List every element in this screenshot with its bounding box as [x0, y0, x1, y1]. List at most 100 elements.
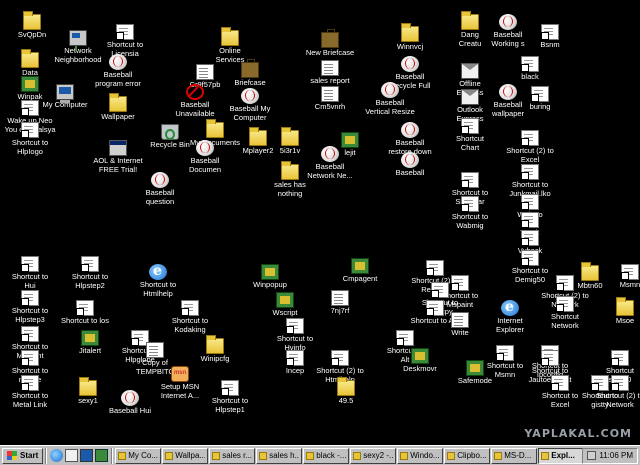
desktop[interactable]: SvQpDn Shortcut to Licensia Network Neighb…: [0, 0, 640, 445]
desktop-icon[interactable]: Data: [0, 49, 60, 78]
shortcut-icon: [621, 264, 639, 280]
desktop-icon[interactable]: Cm5vnrh: [300, 86, 360, 112]
desktop-icon[interactable]: Baseball My Computer: [220, 88, 280, 122]
desktop-icon[interactable]: Shortcut to Metal Link: [0, 375, 60, 409]
quick-launch-outlook-icon[interactable]: [65, 449, 79, 462]
start-button[interactable]: Start: [2, 447, 44, 464]
desktop-icon-label: Write: [451, 328, 469, 337]
desktop-icon[interactable]: Winpopup: [240, 264, 300, 290]
desktop-icon-label: 49.5: [338, 396, 354, 405]
taskbar-button[interactable]: sexy2 -...: [350, 447, 397, 464]
desktop-icon-label: sexy1: [78, 396, 98, 405]
desktop-icon-label: Shortcut (2) to Excel: [506, 146, 554, 164]
document-icon: [321, 86, 339, 102]
document-icon: [146, 342, 164, 358]
desktop-icon-label: Shortcut Chart: [456, 134, 484, 152]
desktop-icon[interactable]: AOL & Internet FREE Trial!: [88, 140, 148, 174]
desktop-icon[interactable]: Shortcut (2) to Network: [590, 375, 640, 409]
desktop-icon-label: Shortcut to Wabmig: [451, 212, 489, 230]
desktop-icon[interactable]: Bsnm: [520, 24, 580, 50]
taskbar-button[interactable]: Expl...: [538, 447, 583, 464]
desktop-icon[interactable]: Briefcase: [220, 58, 280, 88]
desktop-icon[interactable]: Shortcut to Hui: [0, 256, 60, 290]
quick-launch-channels-icon[interactable]: [95, 449, 109, 462]
folder-icon: [281, 161, 299, 180]
taskbar-button-label: Windo...: [410, 451, 440, 460]
taskbar-button[interactable]: My Co...: [115, 447, 162, 464]
shortcut-icon: [21, 326, 39, 342]
taskbar-button[interactable]: sales h...: [256, 447, 303, 464]
desktop-icon[interactable]: Baseball Unavailable: [165, 84, 225, 118]
desktop-icon[interactable]: sales report: [300, 60, 360, 86]
desktop-icon[interactable]: Shortcut to Hlpstep3: [0, 290, 60, 324]
desktop-icon[interactable]: Internet Explorer: [480, 299, 540, 334]
desktop-icon[interactable]: Shortcut to Hlpstep1: [200, 380, 260, 414]
desktop-icon[interactable]: Deskmovr: [390, 348, 450, 374]
desktop-icon[interactable]: New Briefcase: [300, 28, 360, 58]
shortcut-icon: [521, 250, 539, 266]
desktop-icon[interactable]: Wallpaper: [88, 93, 148, 122]
shortcut-icon: [76, 300, 94, 316]
desktop-icon-label: Shortcut to HlpIogo: [11, 138, 49, 156]
desktop-icon[interactable]: Shortcut to Kodaking: [160, 300, 220, 334]
taskbar-button[interactable]: Clipbo...: [444, 447, 491, 464]
folder-icon: [281, 127, 299, 146]
taskbar-button-label: My Co...: [128, 451, 159, 460]
desktop-icon[interactable]: Shortcut to Hvinfo: [265, 318, 325, 352]
desktop-icon[interactable]: Shortcut to Hlpstep2: [60, 256, 120, 290]
taskbar-button-label: sales h...: [269, 451, 300, 460]
shortcut-icon: [286, 318, 304, 334]
desktop-icon[interactable]: Incep: [265, 350, 325, 376]
desktop-icon[interactable]: Shortcut to los: [55, 300, 115, 326]
desktop-icon[interactable]: Baseball Documen: [175, 140, 235, 174]
desktop-icon[interactable]: Baseball program error: [88, 54, 148, 88]
taskbar-button[interactable]: Wallpa...: [162, 447, 209, 464]
desktop-icon[interactable]: Msmn: [600, 264, 640, 290]
window-icon: [212, 451, 221, 460]
msn-icon: [171, 366, 189, 382]
desktop-icon[interactable]: Baseball restore down: [380, 122, 440, 156]
taskbar-button-label: Wallpa...: [175, 451, 206, 460]
shortcut-icon: [426, 260, 444, 276]
desktop-icon-label: Safemode: [457, 376, 493, 385]
desktop-icon[interactable]: Winipcfg: [185, 335, 245, 364]
desktop-icon[interactable]: Shortcut to Junkmail.lko: [500, 164, 560, 198]
desktop-icon[interactable]: Baseball question: [130, 172, 190, 206]
desktop-icon[interactable]: Jitalert: [60, 330, 120, 356]
desktop-icon[interactable]: Wscript: [255, 292, 315, 318]
internet-explorer-icon: [501, 299, 519, 316]
desktop-icon[interactable]: Shortcut Network: [535, 296, 595, 330]
desktop-icon[interactable]: Safemode: [445, 360, 505, 386]
desktop-icon[interactable]: Cmpagent: [330, 258, 390, 284]
desktop-icon[interactable]: Shortcut to HlpIogo: [0, 122, 60, 156]
taskbar-button[interactable]: black -...: [303, 447, 350, 464]
taskbar-button[interactable]: MS-D...: [491, 447, 538, 464]
volume-icon[interactable]: [587, 451, 597, 460]
desktop-icon[interactable]: Baseball Vertical Resize: [360, 82, 420, 116]
desktop-icon[interactable]: buring: [510, 86, 570, 112]
desktop-icon[interactable]: Shortcut to Wabmig: [440, 196, 500, 230]
window-icon: [118, 451, 127, 460]
desktop-icon[interactable]: Shortcut Chart: [440, 118, 500, 152]
taskbar-button[interactable]: Windo...: [397, 447, 444, 464]
desktop-icon[interactable]: 7nj7rf: [310, 290, 370, 316]
folder-icon: [581, 262, 599, 281]
desktop-icon[interactable]: Shortcut (2) to Excel: [500, 130, 560, 164]
desktop-icon[interactable]: Baseball: [380, 152, 440, 178]
desktop-icon[interactable]: Shortcut to Htmlhelp: [128, 263, 188, 298]
window-icon: [306, 451, 315, 460]
desktop-icon[interactable]: 49.5: [316, 377, 376, 406]
clock[interactable]: 11:06 PM: [599, 451, 633, 460]
desktop-icon[interactable]: sales has nothing: [260, 161, 320, 198]
quick-launch-desktop-icon[interactable]: [80, 449, 94, 462]
desktop-icon-label: Shortcut (2) to Network: [596, 391, 640, 409]
quick-launch-ie-icon[interactable]: [50, 449, 64, 462]
desktop-icon[interactable]: black: [500, 56, 560, 82]
desktop-icon[interactable]: Winnvcj: [380, 23, 440, 52]
desktop-icon[interactable]: Msoe: [595, 297, 640, 326]
no-entry-icon: [186, 84, 204, 100]
taskbar-button-label: MS-D...: [504, 451, 532, 460]
recycle-bin-icon: [161, 124, 179, 140]
window-icon: [400, 451, 409, 460]
taskbar-button[interactable]: sales r...: [209, 447, 256, 464]
